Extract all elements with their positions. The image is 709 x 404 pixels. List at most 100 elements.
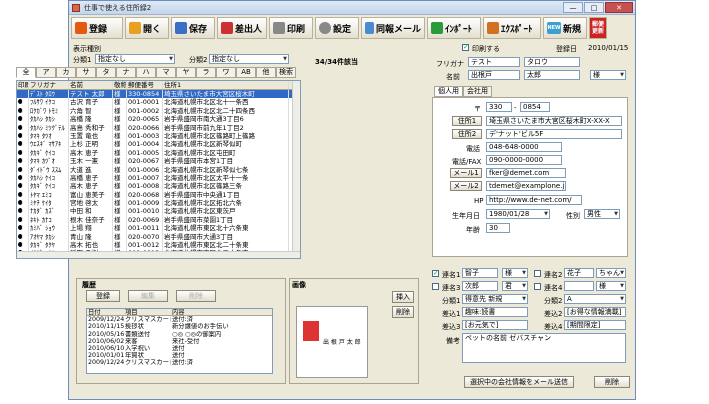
kana-tab[interactable]: 検索 bbox=[276, 67, 296, 78]
tab-personal[interactable]: 個人用 bbox=[434, 86, 463, 97]
print-button[interactable]: 印刷 bbox=[269, 17, 313, 39]
memo-textarea[interactable]: ペットの名前 ゼバスチャン bbox=[462, 333, 626, 363]
kana-tab[interactable]: 全 bbox=[16, 67, 36, 78]
delete-record-button[interactable]: 削除 bbox=[594, 376, 630, 388]
diff2-input[interactable]: [お得な情報満載] bbox=[564, 307, 626, 317]
table-row[interactable]: ﾀﾏｷ ﾀﾂｵ 玉置 竜也様 001-0003 北海道札幌市北区篠路町上篠路 bbox=[17, 131, 300, 141]
kana-tab[interactable]: タ bbox=[96, 67, 116, 78]
table-row[interactable]: ｶﾐﾊﾞ ｼｮｳ 上場 翔様 001-0011 北海道札幌市東区北十六条東 bbox=[17, 224, 300, 233]
address1-input[interactable]: 埼玉県さいたま市大宮区桜木町X-XX-X bbox=[486, 116, 622, 126]
import-button[interactable]: ｲﾝﾎﾟｰﾄ bbox=[427, 17, 481, 39]
table-row[interactable]: ﾛｸｶﾞﾜ ﾄﾓﾐ 六角 智様 001-0002 北海道札幌市北区北二十四条西 bbox=[17, 106, 300, 116]
hp-input[interactable]: http://www.de-net.com/ bbox=[486, 195, 582, 205]
kana-tab[interactable]: カ bbox=[56, 67, 76, 78]
broadcast-mail-button[interactable]: 同報メール bbox=[361, 17, 425, 39]
class2-select[interactable]: 指定なし bbox=[209, 54, 289, 64]
joint1-checkbox[interactable] bbox=[432, 269, 439, 277]
register-button[interactable]: 登録 bbox=[71, 17, 123, 39]
age-input[interactable]: 30 bbox=[486, 223, 510, 233]
postal-update-button[interactable]: 郵便 更新 bbox=[589, 17, 607, 39]
joint1-honorific[interactable]: 様 bbox=[502, 268, 528, 278]
table-row[interactable]: ﾄﾔﾏ ｴﾐｺ 富山 恵美子様 020-0068 岩手県盛岡市中央通1丁目 bbox=[17, 190, 300, 200]
class1-select[interactable]: 指定なし bbox=[95, 54, 175, 64]
joint2-honorific[interactable]: ちゃん bbox=[596, 268, 626, 278]
furigana-mei-input[interactable]: タロウ bbox=[524, 57, 580, 67]
joint3-checkbox[interactable] bbox=[432, 283, 439, 290]
table-row[interactable]: ﾌﾙｻﾜ ｲｸｺ 古沢 育子様 001-0001 北海道札幌市北区北十一条西 bbox=[17, 98, 300, 107]
cat1-select[interactable]: 得意先 新規 bbox=[462, 294, 528, 304]
birth-date-select[interactable]: 1980/01/28 bbox=[486, 209, 550, 219]
history-row[interactable]: 2010/06/02 来客 来社-受付 bbox=[87, 338, 272, 345]
table-row[interactable]: ｱｵﾔﾏ ﾀｶｼ 青山 隆様 020-0070 岩手県盛岡市大通3丁目 bbox=[17, 232, 300, 242]
kana-tab[interactable]: 他 bbox=[256, 67, 276, 78]
history-register-button[interactable]: 登録 bbox=[86, 290, 120, 302]
open-button[interactable]: 開く bbox=[125, 17, 169, 39]
history-delete-button[interactable]: 削除 bbox=[176, 290, 216, 302]
table-row[interactable]: ｳｴｽｷﾞ ﾏｻｱｷ 上杉 正明様 001-0004 北海道札幌市北区新琴似町 bbox=[17, 140, 300, 149]
history-row[interactable]: 2010/01/01 年賀状 送付 bbox=[87, 352, 272, 359]
postal-code-1[interactable]: 330 bbox=[486, 102, 512, 112]
diff3-input[interactable]: [お元気で] bbox=[462, 320, 528, 330]
history-column-header[interactable]: 日付 bbox=[87, 309, 124, 315]
table-row[interactable]: ﾃﾞｽﾄ ﾀﾛｳ テスト 太郎様 330-0854 埼玉県さいたま市大宮区桜木町 bbox=[17, 90, 300, 99]
kana-tab[interactable]: ハ bbox=[136, 67, 156, 78]
settings-button[interactable]: 設定 bbox=[315, 17, 359, 39]
kana-tab[interactable]: ヤ bbox=[176, 67, 196, 78]
joint3-input[interactable]: 次郎 bbox=[462, 281, 498, 291]
kana-tab[interactable]: ワ bbox=[216, 67, 236, 78]
table-row[interactable]: ﾀｶﾊｼ ｹｲｺ 高橋 恵子様 001-0007 北海道札幌市北区太平十一条 bbox=[17, 173, 300, 183]
kana-tab[interactable]: ラ bbox=[196, 67, 216, 78]
name-mei-input[interactable]: 太郎 bbox=[524, 70, 580, 80]
table-row[interactable]: ﾀｶｷﾞ ﾀｸﾔ 高木 拓也様 001-0012 北海道札幌市東区北二十条東 bbox=[17, 241, 300, 250]
kana-tab[interactable]: ナ bbox=[116, 67, 136, 78]
mail2-input[interactable]: tdemet@examplone.jp bbox=[486, 181, 566, 191]
new-button[interactable]: NEW 新規 bbox=[543, 17, 587, 39]
name-sei-input[interactable]: 出根戸 bbox=[468, 70, 520, 80]
joint4-honorific[interactable]: 様 bbox=[596, 281, 626, 291]
tab-company[interactable]: 会社用 bbox=[463, 86, 492, 97]
table-row[interactable]: ﾀｶﾊｼ ﾐﾂｸﾞﾃﾙ 高島 秀和子様 020-0066 岩手県盛岡市前九年1丁目2 bbox=[17, 123, 300, 132]
horizontal-scrollbar[interactable] bbox=[17, 251, 300, 258]
table-row[interactable]: ﾀﾏｷ ｶﾂﾞｵ 玉木 一憲様 020-0067 岩手県盛岡市本宮1丁目 bbox=[17, 157, 300, 166]
joint4-checkbox[interactable] bbox=[534, 283, 541, 290]
send-company-mail-button[interactable]: 選択中の会社情報をメール送信 bbox=[464, 376, 574, 388]
joint2-input[interactable]: 花子 bbox=[564, 268, 594, 278]
joint3-honorific[interactable]: 君 bbox=[502, 281, 528, 291]
image-insert-button[interactable]: 挿入 bbox=[392, 291, 414, 303]
maximize-button[interactable]: □ bbox=[584, 2, 604, 13]
column-header[interactable]: 名前 bbox=[69, 81, 113, 89]
gender-select[interactable]: 男性 bbox=[584, 209, 620, 219]
cat2-select[interactable]: A bbox=[564, 294, 626, 304]
tel-input[interactable]: 048-648-0000 bbox=[486, 142, 562, 152]
address2-input[interactable]: デ'ナット'ビル5F bbox=[486, 129, 622, 139]
column-header[interactable]: 敬称 bbox=[113, 81, 127, 89]
image-delete-button[interactable]: 削除 bbox=[392, 306, 414, 318]
column-header[interactable]: 住所1 bbox=[163, 81, 289, 89]
vertical-scrollbar[interactable] bbox=[292, 81, 300, 258]
mail1-button[interactable]: メール1 bbox=[450, 168, 482, 178]
honorific-select[interactable]: 様 bbox=[590, 70, 626, 80]
history-row[interactable]: 2010/06/10 入学祝い 送付 bbox=[87, 345, 272, 352]
kana-tab[interactable]: サ bbox=[76, 67, 96, 78]
close-button[interactable]: ✕ bbox=[605, 2, 633, 13]
mail2-button[interactable]: メール2 bbox=[450, 181, 482, 191]
history-column-header[interactable]: 内容 bbox=[171, 309, 266, 315]
postal-code-2[interactable]: 0854 bbox=[520, 102, 550, 112]
table-row[interactable]: ﾀｶﾊｼ ﾀｶｼ 高橋 隆様 020-0065 岩手県盛岡市南大通3丁目6 bbox=[17, 115, 300, 124]
minimize-button[interactable]: — bbox=[563, 2, 583, 13]
history-row[interactable]: 2009/12/24 クリスマスカード 送付:済 bbox=[87, 316, 272, 323]
table-row[interactable]: ﾈｷﾄ ｶﾅｺ 根木 佳奈子様 020-0069 岩手県盛岡市菜園1丁目 bbox=[17, 215, 300, 225]
history-row[interactable]: 2010/11/15 挨拶状 新分譲値のお手伝い bbox=[87, 323, 272, 330]
table-row[interactable]: ﾀﾞｲﾄﾞｳ ｽｽﾑ 大道 進様 001-0006 北海道札幌市北区新琴似七条 bbox=[17, 165, 300, 174]
joint1-input[interactable]: 智子 bbox=[462, 268, 498, 278]
fax-input[interactable]: 090-0000-0000 bbox=[486, 155, 562, 165]
table-row[interactable]: ﾐﾔﾁ ｹｲﾀ 宮地 啓太様 001-0009 北海道札幌市北区拓北六条 bbox=[17, 199, 300, 208]
print-checkbox[interactable] bbox=[462, 43, 469, 51]
kana-tab[interactable]: AB bbox=[236, 67, 256, 78]
diff1-input[interactable]: 趣味:読書 bbox=[462, 307, 528, 317]
table-row[interactable]: ﾅｶﾀﾞ ｶｽﾞ 中田 和様 001-0010 北海道札幌市北区東茨戸 bbox=[17, 207, 300, 216]
history-column-header[interactable]: 項目 bbox=[124, 309, 171, 315]
history-row[interactable]: 2009/12/24 クリスマスカード 送付:済 bbox=[87, 359, 272, 366]
sender-button[interactable]: 差出人 bbox=[217, 17, 267, 39]
column-header[interactable]: 郵便番号 bbox=[127, 81, 163, 89]
